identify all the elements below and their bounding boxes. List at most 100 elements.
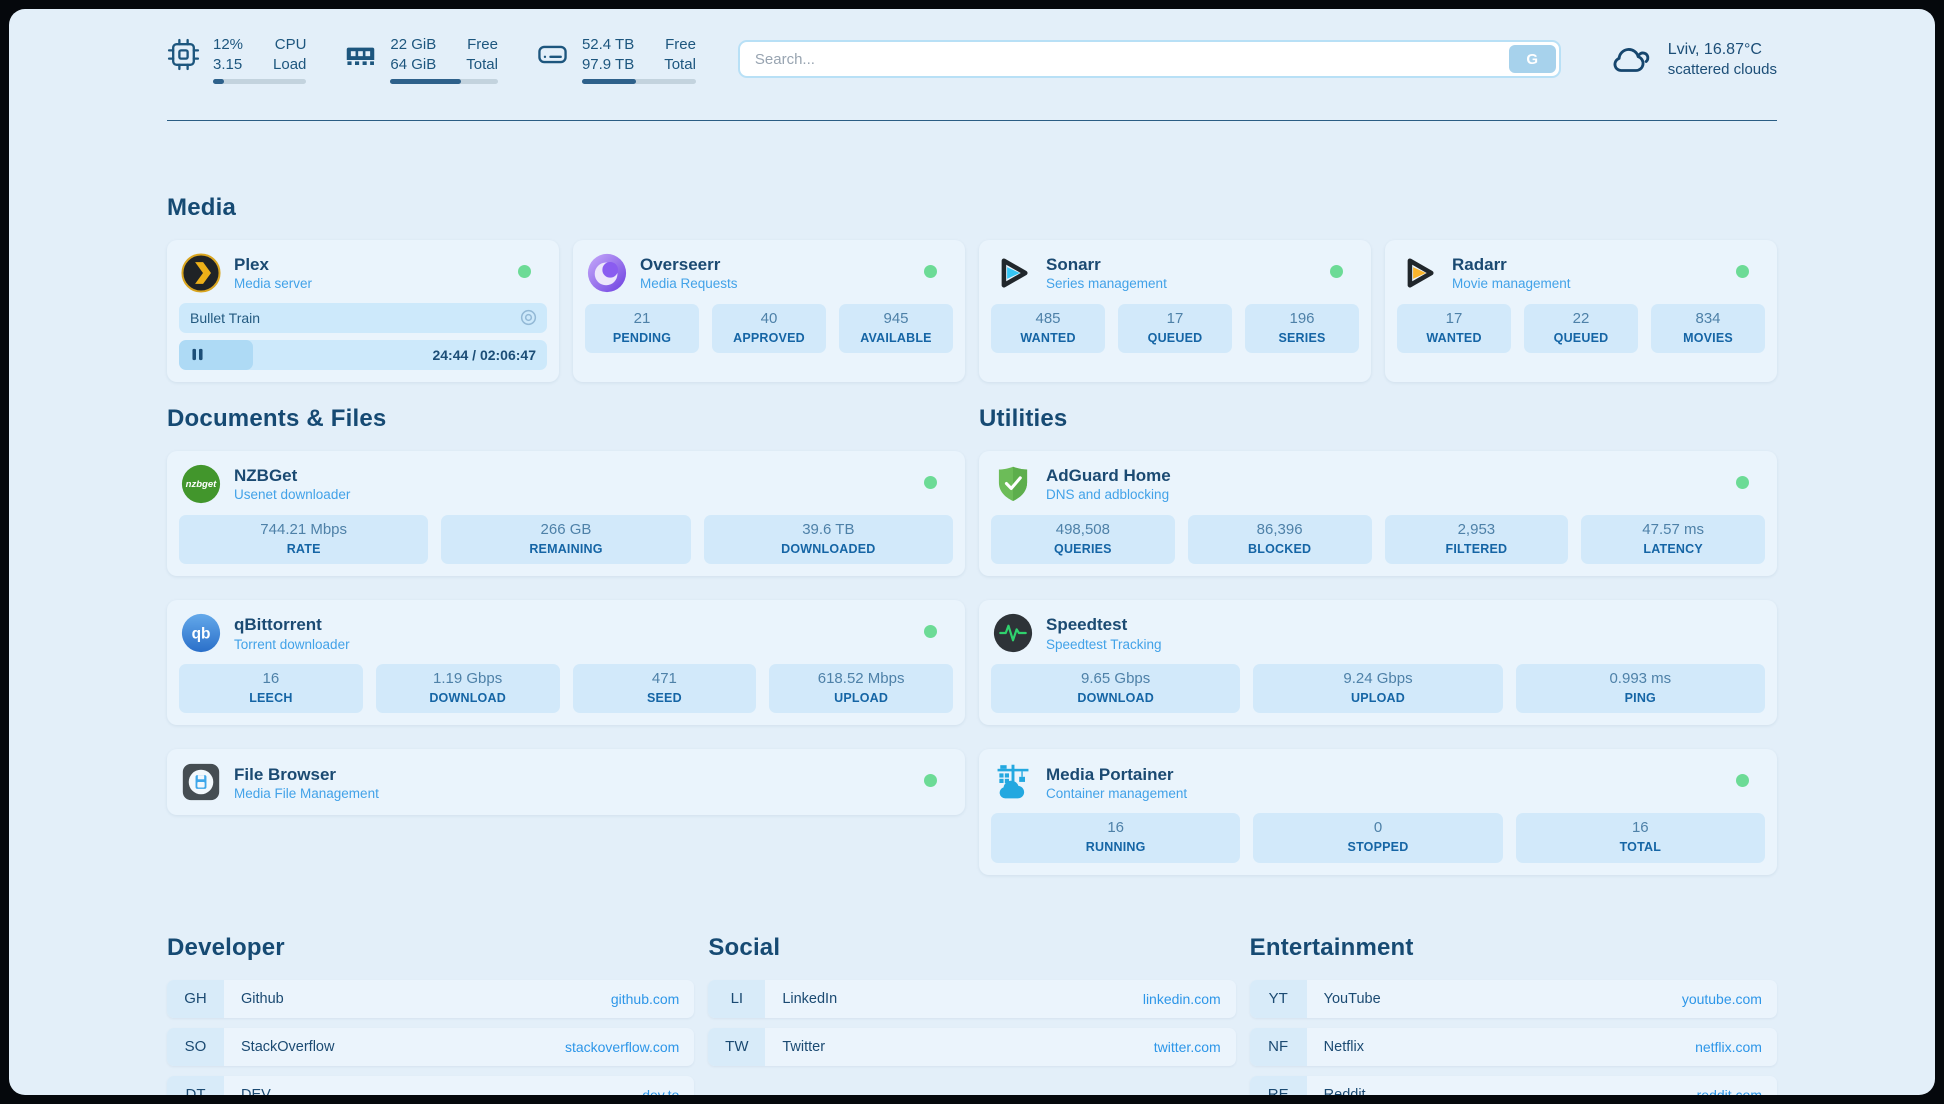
weather-condition: scattered clouds: [1668, 60, 1777, 80]
service-card-overseerr[interactable]: OverseerrMedia Requests21PENDING40APPROV…: [573, 240, 965, 382]
stat-queued: 17QUEUED: [1118, 304, 1232, 353]
search-input[interactable]: [738, 40, 1561, 78]
section-social: SocialLILinkedInlinkedin.comTWTwittertwi…: [708, 933, 1235, 1095]
stat-value: 266 GB: [445, 521, 686, 539]
section-utilities: UtilitiesAdGuard HomeDNS and adblocking4…: [979, 404, 1777, 875]
stat-label: LEECH: [183, 691, 359, 705]
stat-label: QUERIES: [995, 542, 1171, 556]
bookmark-name: YouTube: [1307, 980, 1381, 1018]
bookmark-name: DEV: [224, 1076, 271, 1095]
stat-value: 40: [716, 310, 822, 328]
service-card-portainer[interactable]: Media PortainerContainer management 16 RUN…: [979, 749, 1777, 874]
resource-progress-fill: [390, 79, 461, 84]
service-card-plex[interactable]: PlexMedia serverBullet Train24:44 / 02:0…: [167, 240, 559, 382]
page-content: 12%3.15CPULoad22 GiB64 GiBFreeTotal52.4 …: [9, 9, 1935, 1095]
section-title-media: Media: [167, 193, 1777, 223]
bookmark-abbr: SO: [167, 1028, 224, 1066]
bookmark-url: youtube.com: [1682, 980, 1777, 1018]
stat-value: 1.19 Gbps: [380, 670, 556, 688]
bookmark-linkedin[interactable]: LILinkedInlinkedin.com: [708, 980, 1235, 1018]
service-description: Media Requests: [640, 276, 738, 291]
service-card-nzbget[interactable]: nzbgetNZBGetUsenet downloader744.21 Mbps…: [167, 451, 965, 576]
service-stats: 16RUNNING0STOPPED16TOTAL: [991, 813, 1765, 862]
player-settings-icon[interactable]: [519, 308, 538, 327]
service-card-sonarr[interactable]: SonarrSeries management485WANTED17QUEUED…: [979, 240, 1371, 382]
resource-value: 22 GiB: [390, 35, 436, 55]
service-stats: 498,508QUERIES86,396BLOCKED2,953FILTERED…: [991, 515, 1765, 564]
bookmark-name: StackOverflow: [224, 1028, 334, 1066]
stat-series: 196SERIES: [1245, 304, 1359, 353]
bookmark-youtube[interactable]: YTYouTube youtube.com: [1250, 980, 1777, 1018]
stat-label: PENDING: [589, 331, 695, 345]
weather-widget: Lviv, 16.87°C scattered clouds: [1609, 39, 1777, 80]
section-documents-files: Documents & FilesnzbgetNZBGetUsenet down…: [167, 404, 965, 875]
stat-value: 0.993 ms: [1520, 670, 1761, 688]
stat-available: 945AVAILABLE: [839, 304, 953, 353]
stat-label: RUNNING: [995, 840, 1236, 854]
service-card-qbittorrent[interactable]: qbqBittorrentTorrent downloader16LEECH1.…: [167, 600, 965, 725]
stat-label: UPLOAD: [773, 691, 949, 705]
bookmark-name: Reddit: [1307, 1076, 1366, 1095]
dashboard-page: 12%3.15CPULoad22 GiB64 GiBFreeTotal52.4 …: [9, 9, 1935, 1095]
status-dot: [924, 774, 937, 787]
bookmark-abbr: RE: [1250, 1076, 1307, 1095]
bookmark-url: github.com: [611, 980, 694, 1018]
stat-label: LATENCY: [1585, 542, 1761, 556]
bookmark-stackoverflow[interactable]: SOStackOverflowstackoverflow.com: [167, 1028, 694, 1066]
search-provider-button[interactable]: G: [1509, 45, 1556, 73]
resource-values: 22 GiB64 GiB: [390, 35, 436, 74]
resource-label: CPU: [275, 35, 307, 55]
stat-label: APPROVED: [716, 331, 822, 345]
stat-value: 2,953: [1389, 521, 1565, 539]
status-dot: [924, 476, 937, 489]
stat-value: 21: [589, 310, 695, 328]
stat-seed: 471SEED: [573, 664, 757, 713]
section-developer: Developer GHGithubgithub.com SOStackOverfl…: [167, 933, 694, 1095]
stat-label: REMAINING: [445, 542, 686, 556]
bookmark-abbr: YT: [1250, 980, 1307, 1018]
service-description: Media File Management: [234, 786, 379, 801]
service-card-speedtest[interactable]: SpeedtestSpeedtest Tracking9.65 GbpsDOWN…: [979, 600, 1777, 725]
service-description: Speedtest Tracking: [1046, 637, 1162, 652]
stat-value: 834: [1655, 310, 1761, 328]
bookmark-abbr: TW: [708, 1028, 765, 1066]
stat-download: 1.19 GbpsDOWNLOAD: [376, 664, 560, 713]
stat-label: UPLOAD: [1257, 691, 1498, 705]
service-name: Media Portainer: [1046, 764, 1187, 785]
section-title: Developer: [167, 933, 694, 963]
section-entertainment: EntertainmentYTYouTubeyoutube.comNFNetfl…: [1250, 933, 1777, 1095]
service-card-filebrowser[interactable]: File BrowserMedia File Management: [167, 749, 965, 815]
bookmark-netflix[interactable]: NFNetflixnetflix.com: [1250, 1028, 1777, 1066]
stat-value: 16: [1520, 819, 1761, 837]
stat-value: 39.6 TB: [708, 521, 949, 539]
bookmark-sections: Developer GHGithubgithub.com SOStackOverfl…: [167, 933, 1777, 1095]
service-name: Sonarr: [1046, 254, 1167, 275]
resource-values: 52.4 TB97.9 TB: [582, 35, 634, 74]
resource-label: Load: [273, 55, 306, 75]
stat-download: 9.65 GbpsDOWNLOAD: [991, 664, 1240, 713]
service-card-header: Media PortainerContainer management: [991, 760, 1765, 803]
bookmark-github[interactable]: GHGithubgithub.com: [167, 980, 694, 1018]
stat-wanted: 17WANTED: [1397, 304, 1511, 353]
stat-value: 945: [843, 310, 949, 328]
stat-upload: 9.24 GbpsUPLOAD: [1253, 664, 1502, 713]
playback-time: 24:44 / 02:06:47: [432, 347, 536, 363]
service-stats: 17WANTED22QUEUED834MOVIES: [1397, 304, 1765, 353]
service-description: Movie management: [1452, 276, 1571, 291]
stat-label: PING: [1520, 691, 1761, 705]
playback-progress: 24:44 / 02:06:47: [179, 340, 547, 370]
media-player: Bullet Train24:44 / 02:06:47: [179, 303, 547, 370]
sonarr-icon: [993, 253, 1033, 293]
service-card-radarr[interactable]: RadarrMovie management17WANTED22QUEUED83…: [1385, 240, 1777, 382]
bookmark-reddit[interactable]: RERedditreddit.com: [1250, 1076, 1777, 1095]
bookmark-dev[interactable]: DTDEVdev.to: [167, 1076, 694, 1095]
stat-label: DOWNLOAD: [995, 691, 1236, 705]
stat-value: 485: [995, 310, 1101, 328]
bookmark-url: netflix.com: [1695, 1028, 1777, 1066]
portainer-icon: [993, 762, 1033, 802]
bookmark-abbr: NF: [1250, 1028, 1307, 1066]
resource-labels: FreeTotal: [664, 35, 696, 74]
bookmark-twitter[interactable]: TWTwittertwitter.com: [708, 1028, 1235, 1066]
service-card-adguard[interactable]: AdGuard HomeDNS and adblocking498,508QUE…: [979, 451, 1777, 576]
speedtest-icon: [993, 613, 1033, 653]
